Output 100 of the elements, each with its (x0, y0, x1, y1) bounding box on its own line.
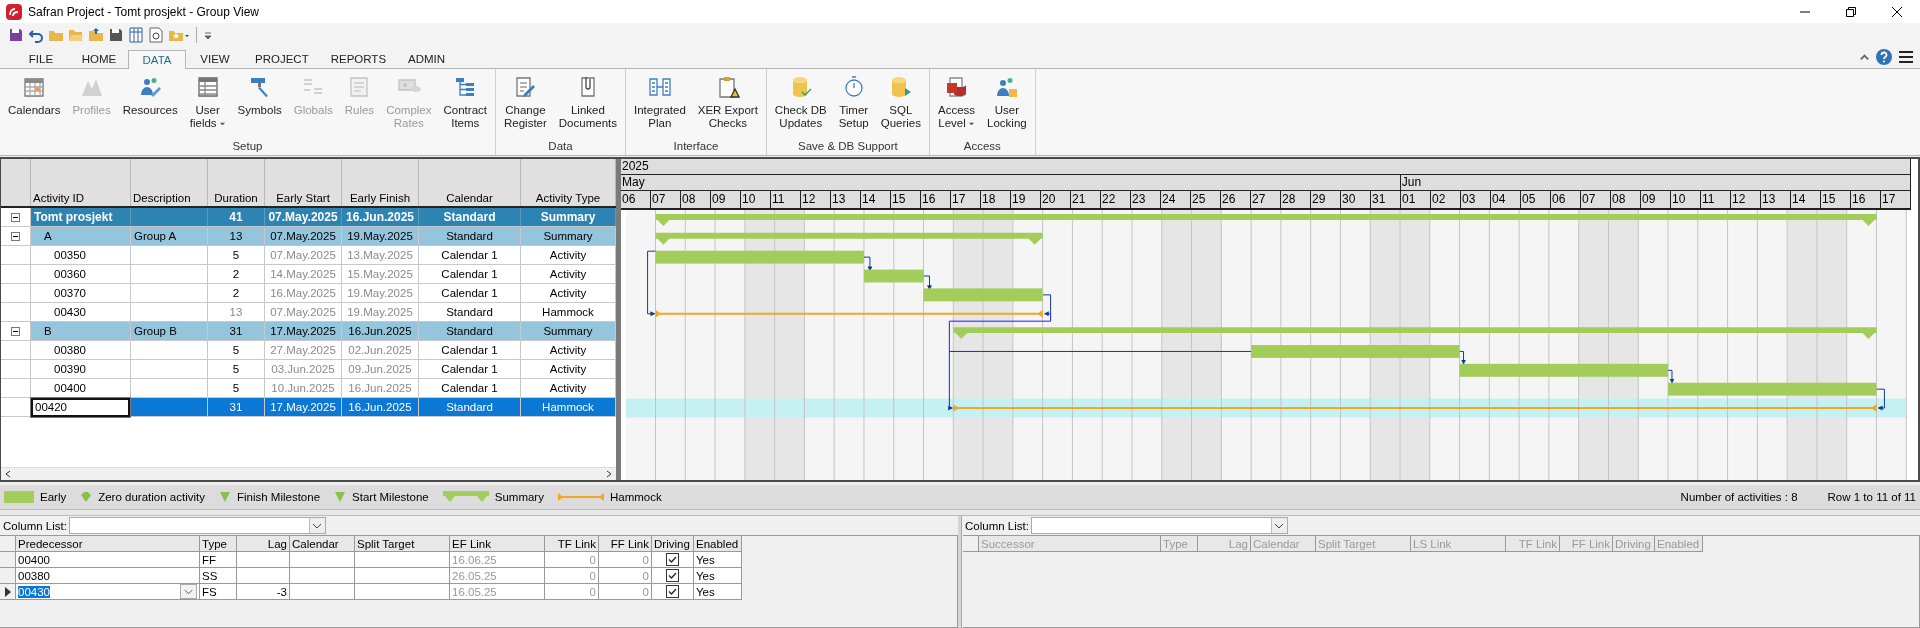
table-cell: Standard (419, 398, 521, 417)
scrollbar[interactable] (1, 467, 616, 480)
table-cell: 15.May.2025 (342, 265, 419, 284)
ribbon-button[interactable]: Integrated Plan (628, 73, 692, 140)
table-icon[interactable] (128, 27, 144, 43)
column-header[interactable]: Early Finish (342, 159, 419, 206)
checkbox[interactable] (666, 553, 679, 566)
table-cell: Calendar 1 (419, 360, 521, 379)
activity-bar[interactable] (923, 288, 1043, 302)
day-header: 01 (1401, 191, 1431, 208)
column-header[interactable]: Calendar (419, 159, 521, 206)
hammock-swatch-icon (557, 491, 604, 503)
ribbon-button[interactable]: Resources (116, 73, 184, 140)
table-cell (237, 568, 290, 584)
ribbon-button[interactable]: User fields (183, 73, 232, 140)
ribbon-tab[interactable]: HOME (70, 49, 128, 68)
column-header[interactable]: Driving (652, 536, 694, 552)
ribbon-button[interactable]: Symbols (231, 73, 288, 140)
table-cell: SS (200, 568, 237, 584)
ribbon-button[interactable]: Linked Documents (552, 73, 623, 140)
scroll-right-icon[interactable] (605, 470, 613, 478)
summary-bar[interactable] (655, 213, 1877, 226)
save-icon[interactable] (8, 27, 24, 43)
ribbon-tab[interactable]: ADMIN (397, 49, 457, 68)
ribbon-button[interactable]: XER Export Checks (691, 73, 764, 140)
table-row[interactable]: B Group B 31 17.May.2025 16.Jun.2025 Standard Summary (1, 322, 616, 341)
collapse-icon[interactable] (11, 326, 20, 336)
summary-bar[interactable] (655, 232, 1043, 245)
table-cell: 2 (208, 284, 265, 303)
column-header[interactable]: Activity Type (521, 159, 616, 206)
ribbon-tab[interactable]: DATA (128, 50, 186, 69)
ribbon-button[interactable]: Check DB Updates (768, 73, 833, 140)
column-header[interactable]: FF Link (599, 536, 652, 552)
ribbon-tab[interactable]: PROJECT (244, 49, 320, 68)
table-row[interactable]: 00390 5 03.Jun.2025 09.Jun.2025 Calendar 1 Activity (1, 360, 616, 379)
collapse-caret-icon[interactable] (1859, 51, 1870, 63)
ribbon-button[interactable]: Change Register (498, 73, 553, 140)
undo-icon[interactable] (28, 27, 44, 43)
hammock-bar[interactable] (655, 309, 1043, 318)
ribbon-tab[interactable]: VIEW (186, 49, 244, 68)
group-label: Save & DB Support (797, 140, 899, 154)
day-header: 15 (1821, 191, 1851, 208)
table-cell: 5 (208, 360, 265, 379)
table-cell: 07.May.2025 (265, 227, 342, 246)
predecessor-field[interactable]: 00430 (18, 585, 50, 598)
dropdown-button[interactable] (180, 584, 197, 599)
scroll-left-icon[interactable] (4, 470, 12, 478)
table-cell: 16.Jun.2025 (342, 208, 419, 227)
collapse-icon[interactable] (11, 231, 20, 241)
table-cell: 19.May.2025 (342, 284, 419, 303)
column-header[interactable]: TF Link (545, 536, 599, 552)
table-row[interactable]: Tomt prosjekt 41 07.May.2025 16.Jun.2025 Standard Summary (1, 208, 616, 227)
column-list-dropdown[interactable] (1030, 517, 1288, 534)
table-row[interactable]: 00360 2 14.May.2025 15.May.2025 Calendar 1 Activity (1, 265, 616, 284)
day-header: 19 (1011, 191, 1041, 208)
day-header: 09 (1641, 191, 1671, 208)
ribbon-tab[interactable]: FILE (12, 49, 70, 68)
table-cell: 31 (208, 398, 265, 417)
help-icon[interactable] (1876, 49, 1892, 65)
column-header[interactable]: Duration (208, 159, 265, 206)
table-cell: 17.May.2025 (265, 398, 342, 417)
column-header[interactable]: Description (131, 159, 208, 206)
ribbon-button[interactable]: User Locking (981, 73, 1033, 140)
menu-icon[interactable] (1898, 49, 1914, 65)
table-row[interactable]: 00380 5 27.May.2025 02.Jun.2025 Calendar 1 Activity (1, 341, 616, 360)
day-header: 16 (921, 191, 951, 208)
table-row[interactable]: A Group A 13 07.May.2025 19.May.2025 Standard Summary (1, 227, 616, 246)
save-icon[interactable] (108, 27, 124, 43)
cell-edit-field[interactable]: 00420 (31, 397, 130, 417)
ribbon-button[interactable]: Calendars (2, 73, 67, 140)
column-header[interactable]: EF Link (450, 536, 545, 552)
table-cell: Tomt prosjekt (31, 208, 131, 227)
hammock-bar[interactable] (953, 404, 1877, 412)
column-header[interactable]: Lag (237, 536, 290, 552)
ribbon-button[interactable]: Contract Items (437, 73, 493, 140)
table-row[interactable]: 00420 31 17.May.2025 16.Jun.2025 Standard Hammock (1, 398, 616, 417)
column-header[interactable]: Activity ID (31, 159, 131, 206)
column-header[interactable]: Predecessor (16, 536, 200, 552)
checkbox[interactable] (666, 569, 679, 582)
collapse-icon[interactable] (11, 212, 20, 222)
ribbon-button[interactable]: SQL Queries (874, 73, 927, 140)
table-cell: 09.Jun.2025 (342, 360, 419, 379)
column-header[interactable]: Calendar (290, 536, 355, 552)
print-preview-icon[interactable] (148, 27, 164, 43)
column-header[interactable]: Type (200, 536, 237, 552)
legend-label: Early (40, 491, 67, 503)
table-row[interactable]: 00370 2 16.May.2025 19.May.2025 Calendar 1 Activity (1, 284, 616, 303)
ribbon-button[interactable]: Access Level (932, 73, 982, 140)
ribbon-tab[interactable]: REPORTS (319, 49, 398, 68)
column-list-dropdown[interactable] (68, 517, 326, 534)
summary-bar[interactable] (953, 327, 1877, 340)
ribbon-button[interactable]: Timer Setup (832, 73, 875, 140)
table-row[interactable]: 00350 5 07.May.2025 13.May.2025 Calendar 1 Activity (1, 246, 616, 265)
table-cell: A (31, 227, 131, 246)
column-header[interactable]: Early Start (265, 159, 342, 206)
folder-icon[interactable] (88, 27, 104, 43)
table-cell: Calendar 1 (419, 265, 521, 284)
column-header[interactable]: Enabled (694, 536, 742, 552)
checkbox[interactable] (666, 585, 679, 598)
column-header[interactable]: Split Target (355, 536, 450, 552)
